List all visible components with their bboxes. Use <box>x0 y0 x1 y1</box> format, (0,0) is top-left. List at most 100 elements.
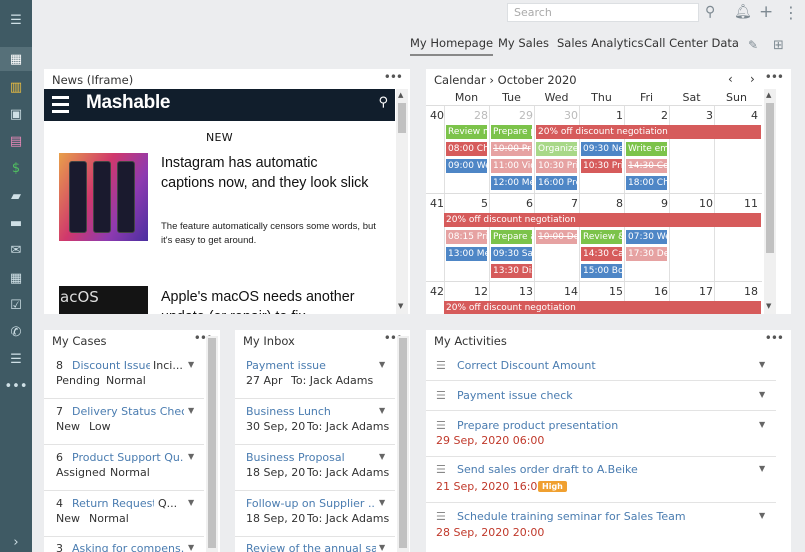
search-icon[interactable]: ⚲ <box>378 95 388 110</box>
day-number[interactable]: 15 <box>581 285 623 298</box>
caret-down-icon[interactable]: ▼ <box>379 360 385 369</box>
calendar-event[interactable]: Review & <box>581 230 622 244</box>
caret-down-icon[interactable]: ▼ <box>379 543 385 552</box>
day-number[interactable]: 6 <box>491 197 533 210</box>
calendar-event[interactable]: 18:00 Ch <box>626 176 667 190</box>
prev-month-icon[interactable]: ‹ <box>728 72 733 86</box>
calendar-event[interactable]: 13:30 Dis <box>491 264 532 278</box>
activity-item[interactable]: ☰ Schedule training seminar for Sales Te… <box>426 504 776 552</box>
briefcase-icon[interactable]: ▰ <box>0 184 32 208</box>
caret-down-icon[interactable]: ▼ <box>759 360 765 369</box>
hamburger-icon[interactable] <box>52 96 69 114</box>
mail-icon[interactable]: ✉ <box>0 238 32 262</box>
calendar-event[interactable]: 08:15 Pri <box>446 230 487 244</box>
case-item[interactable]: 4 Return Request Q... ▼ New Normal <box>44 492 204 537</box>
add-widget-icon[interactable]: ⊞ <box>773 35 784 55</box>
calendar-event[interactable]: 09:30 Ne <box>581 142 622 156</box>
mail-subject[interactable]: Business Proposal <box>246 451 376 464</box>
bell-icon[interactable]: 🔔︎ <box>734 2 752 22</box>
task-icon[interactable]: ☑ <box>0 293 32 317</box>
activity-item[interactable]: ☰ Send sales order draft to A.Beike ▼ 21… <box>426 458 776 503</box>
calendar-event[interactable]: 10:00 De <box>536 230 577 244</box>
more-icon[interactable]: ⋮ <box>783 2 799 22</box>
mail-subject[interactable]: Business Lunch <box>246 405 376 418</box>
scrollbar[interactable] <box>397 336 409 552</box>
inbox-item[interactable]: Follow-up on Supplier ... ▼ 18 Sep, 20 T… <box>235 492 395 537</box>
calendar-event[interactable]: 07:30 We <box>626 230 667 244</box>
inbox-item[interactable]: Review of the annual sa... ▼ <box>235 538 395 552</box>
dashboard-icon[interactable]: ▦ <box>0 47 32 71</box>
calendar-event[interactable]: 10:00 Pr <box>491 142 532 156</box>
case-title[interactable]: Return Request <box>72 497 154 510</box>
panel-menu-icon[interactable]: ••• <box>765 331 784 345</box>
day-number[interactable]: 29 <box>491 109 533 122</box>
mail-subject[interactable]: Review of the annual sa... <box>246 542 376 552</box>
add-icon[interactable]: + <box>759 2 773 22</box>
inbox-item[interactable]: Business Proposal ▼ 18 Sep, 20 To: Jack … <box>235 446 395 491</box>
id-card-icon[interactable]: ▤ <box>0 129 32 153</box>
case-title[interactable]: Asking for compens... <box>72 542 184 552</box>
calendar-event[interactable]: Prepare a <box>491 230 532 244</box>
calendar-event[interactable]: 12:00 Me <box>491 176 532 190</box>
tab-call-center-data[interactable]: Call Center Data <box>644 36 739 56</box>
article-image[interactable]: acOS <box>59 286 148 314</box>
day-number[interactable]: 4 <box>716 109 758 122</box>
search-icon[interactable]: ⚲ <box>705 2 715 22</box>
case-item[interactable]: 3 Asking for compens... ▼ <box>44 538 204 552</box>
caret-down-icon[interactable]: ▼ <box>188 452 194 461</box>
case-title[interactable]: Product Support Qu... <box>72 451 184 464</box>
activity-item[interactable]: ☰ Correct Discount Amount ▼ <box>426 354 776 381</box>
search-input[interactable]: Search <box>507 3 699 22</box>
calendar-event[interactable]: 14:30 Co <box>626 159 667 173</box>
day-number[interactable]: 9 <box>626 197 668 210</box>
day-number[interactable]: 18 <box>716 285 758 298</box>
panel-menu-icon[interactable]: ••• <box>384 70 403 84</box>
day-number[interactable]: 12 <box>446 285 488 298</box>
activity-item[interactable]: ☰ Payment issue check ▼ <box>426 382 776 411</box>
case-item[interactable]: 7 Delivery Status Chec... ▼ New Low <box>44 400 204 445</box>
activity-item[interactable]: ☰ Prepare product presentation ▼ 29 Sep,… <box>426 412 776 457</box>
tab-my-sales[interactable]: My Sales <box>498 36 549 56</box>
case-item[interactable]: 8 Discount Issue Inci... ▼ Pending Norma… <box>44 354 204 399</box>
caret-down-icon[interactable]: ▼ <box>188 360 194 369</box>
inbox-item[interactable]: Payment issue ▼ 27 Apr To: Jack Adams <box>235 354 395 399</box>
inbox-icon[interactable]: ▬ <box>0 211 32 235</box>
case-title[interactable]: Delivery Status Chec... <box>72 405 184 418</box>
calendar-event[interactable]: 20% off discount negotiation <box>444 301 761 314</box>
day-number[interactable]: 14 <box>536 285 578 298</box>
mail-subject[interactable]: Payment issue <box>246 359 376 372</box>
activity-title[interactable]: Prepare product presentation <box>457 419 618 432</box>
case-title[interactable]: Discount Issue <box>72 359 150 372</box>
next-month-icon[interactable]: › <box>750 72 755 86</box>
caret-down-icon[interactable]: ▼ <box>759 390 765 399</box>
day-number[interactable]: 7 <box>536 197 578 210</box>
calendar-event[interactable]: 16:00 Pre <box>536 176 577 190</box>
article-title[interactable]: Instagram has automatic captions now, an… <box>161 153 371 193</box>
calendar-event[interactable]: 09:30 Sal <box>491 247 532 261</box>
scrollbar[interactable] <box>206 336 218 552</box>
calendar-event[interactable]: Prepare p <box>491 125 532 139</box>
calendar-event[interactable]: 10:30 Pri <box>536 159 577 173</box>
day-number[interactable]: 1 <box>581 109 623 122</box>
phone-icon[interactable]: ✆ <box>0 320 32 344</box>
calendar-icon[interactable]: ▦ <box>0 266 32 290</box>
caret-down-icon[interactable]: ▼ <box>379 406 385 415</box>
calendar-event[interactable]: 08:00 Ch <box>446 142 487 156</box>
contact-icon[interactable]: ▣ <box>0 102 32 126</box>
tab-my-homepage[interactable]: My Homepage <box>410 36 494 56</box>
caret-down-icon[interactable]: ▼ <box>759 464 765 473</box>
list-icon[interactable]: ☰ <box>0 347 32 371</box>
panel-menu-icon[interactable]: ••• <box>765 70 784 84</box>
calendar-event[interactable]: 14:30 Cal <box>581 247 622 261</box>
calendar-event[interactable]: 15:00 Bo <box>581 264 622 278</box>
day-number[interactable]: 30 <box>536 109 578 122</box>
inbox-item[interactable]: Business Lunch ▼ 30 Sep, 20 To: Jack Ada… <box>235 400 395 445</box>
activity-title[interactable]: Schedule training seminar for Sales Team <box>457 510 686 523</box>
calendar-event[interactable]: Organize <box>536 142 577 156</box>
scrollbar[interactable]: ▲ ▼ <box>396 89 408 314</box>
day-number[interactable]: 17 <box>671 285 713 298</box>
calendar-event[interactable]: 20% off discount negotiation <box>444 213 761 227</box>
notes-icon[interactable]: ▥ <box>0 75 32 99</box>
day-number[interactable]: 8 <box>581 197 623 210</box>
dollar-icon[interactable]: $ <box>0 156 32 180</box>
